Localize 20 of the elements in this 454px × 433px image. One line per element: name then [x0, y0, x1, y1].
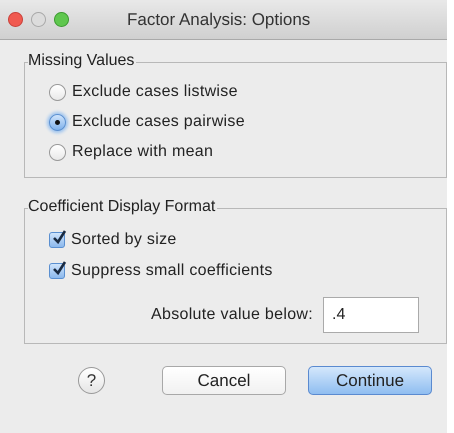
group-title: Missing Values — [28, 52, 136, 70]
radio-button[interactable] — [49, 144, 66, 160]
dialog-button[interactable]: Cancel — [162, 366, 286, 395]
input-field[interactable]: .4 — [323, 297, 419, 333]
radio-label: Exclude cases listwise — [72, 83, 238, 101]
dialog-button[interactable]: Continue — [308, 366, 432, 395]
group-title: Coefficient Display Format — [28, 198, 218, 216]
window-title: Factor Analysis: Options — [127, 10, 310, 30]
checkbox-label: Suppress small coefficients — [71, 262, 273, 280]
radio-label: Replace with mean — [72, 143, 214, 161]
checkbox-label: Sorted by size — [71, 231, 177, 249]
zoom-icon[interactable] — [54, 12, 69, 27]
checkbox[interactable] — [49, 263, 65, 279]
checkbox[interactable] — [49, 232, 65, 248]
radio-button[interactable] — [49, 114, 66, 130]
radio-button[interactable] — [49, 84, 66, 100]
close-icon[interactable] — [8, 12, 23, 27]
radio-label: Exclude cases pairwise — [72, 113, 245, 131]
field-label: Absolute value below: — [151, 306, 313, 324]
help-button[interactable]: ? — [78, 367, 105, 394]
